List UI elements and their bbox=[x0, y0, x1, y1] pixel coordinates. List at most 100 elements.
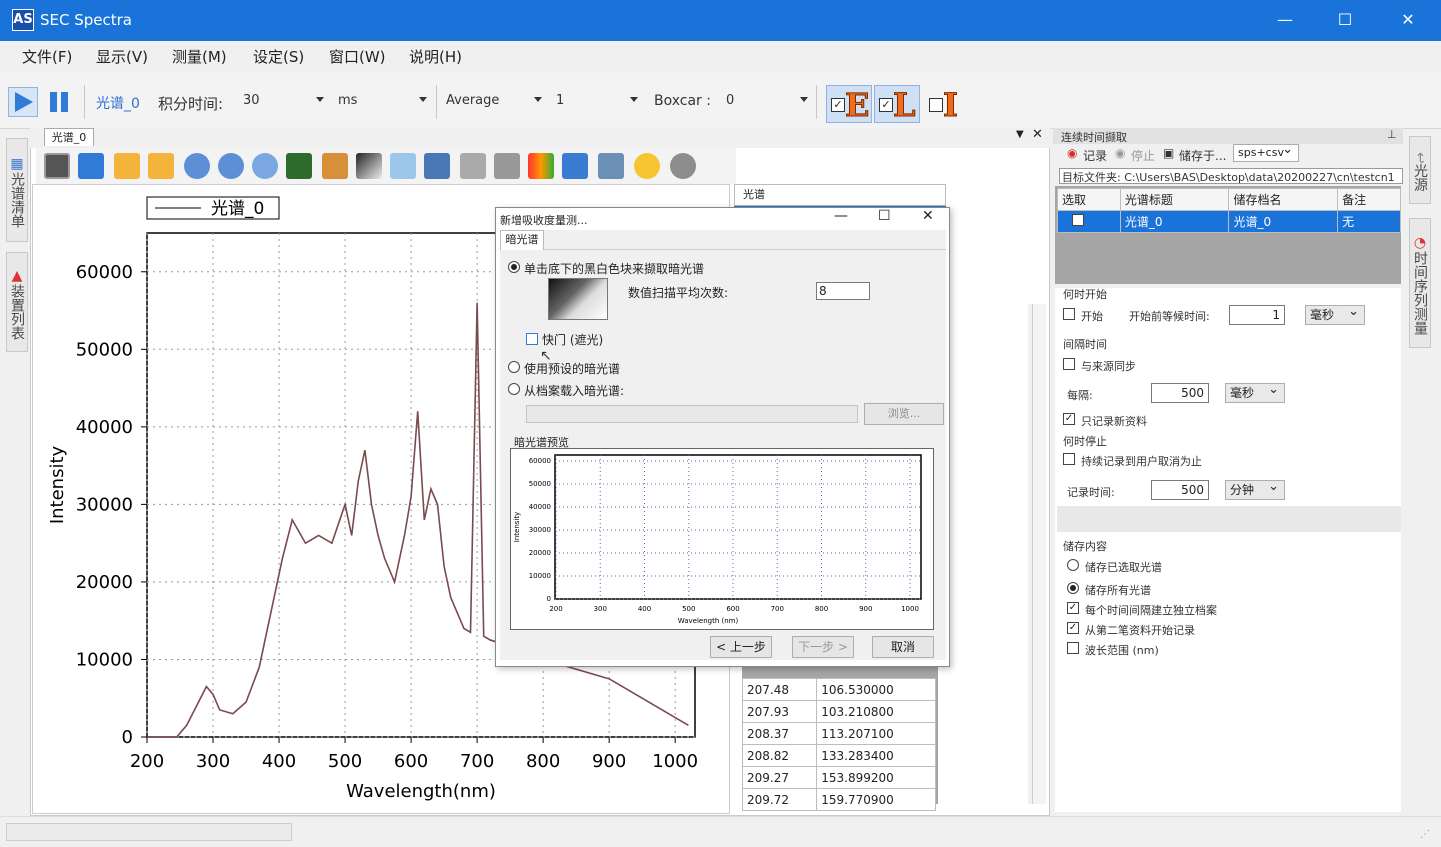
radio-file-dark[interactable] bbox=[508, 383, 520, 395]
copy-icon[interactable] bbox=[390, 153, 416, 179]
menu-help[interactable]: 说明(H) bbox=[399, 46, 472, 67]
shutter-checkbox[interactable] bbox=[526, 333, 538, 345]
dialog-close-button[interactable]: ✕ bbox=[922, 208, 934, 224]
record-time-unit-select[interactable]: 分钟 bbox=[1225, 478, 1285, 500]
print-icon[interactable] bbox=[494, 153, 520, 179]
until-cancel-checkbox[interactable] bbox=[1063, 453, 1075, 465]
row-select-checkbox[interactable] bbox=[1057, 210, 1121, 233]
tab-spectrum-0[interactable]: 光谱_0 bbox=[44, 128, 94, 146]
zoom-in-icon[interactable] bbox=[184, 153, 210, 179]
from-second-checkbox[interactable]: ✓ bbox=[1067, 622, 1079, 634]
pan-icon[interactable] bbox=[322, 153, 348, 179]
minimize-button[interactable]: — bbox=[1263, 6, 1307, 34]
intensity-cell: 153.899200 bbox=[816, 766, 936, 789]
tab-time-series[interactable]: ◔时间序列测量 bbox=[1409, 218, 1431, 348]
stop-button[interactable]: 停止 bbox=[1131, 147, 1155, 164]
menu-settings[interactable]: 设定(S) bbox=[243, 46, 314, 67]
x-tick-label: 700 bbox=[460, 751, 494, 772]
spectrum-name-label[interactable]: 光谱_0 bbox=[96, 93, 140, 113]
tab-light-source[interactable]: ↩光源 bbox=[1409, 136, 1431, 204]
wavelength-range-checkbox[interactable] bbox=[1067, 642, 1079, 654]
target-folder-field[interactable]: 目标文件夹: C:\Users\BAS\Desktop\data\2020022… bbox=[1059, 168, 1403, 184]
panel-header: 连续时间撷取 ⊥ bbox=[1053, 128, 1403, 144]
table-row[interactable]: 207.93 103.210800 bbox=[741, 700, 936, 723]
table-view-icon[interactable] bbox=[44, 153, 70, 179]
only-new-checkbox[interactable]: ✓ bbox=[1063, 413, 1075, 425]
sync-checkbox[interactable] bbox=[1063, 358, 1075, 370]
print-preview-icon[interactable] bbox=[460, 153, 486, 179]
menu-measure[interactable]: 测量(M) bbox=[162, 46, 237, 67]
radio-capture-dark[interactable] bbox=[508, 261, 520, 273]
tips-bulb-icon[interactable] bbox=[634, 153, 660, 179]
menu-window[interactable]: 窗口(W) bbox=[319, 46, 396, 67]
record-button[interactable]: 记录 bbox=[1083, 147, 1107, 164]
electric-dark-toggle[interactable]: ✓ E bbox=[826, 85, 872, 125]
irradiance-toggle[interactable]: I bbox=[924, 85, 970, 125]
tab-list-chevron-icon[interactable]: ▼ bbox=[1016, 129, 1024, 140]
browse-button[interactable]: 浏览... bbox=[864, 403, 944, 425]
average-count-select[interactable]: 1 bbox=[556, 89, 636, 113]
maximize-button[interactable]: ☐ bbox=[1323, 6, 1367, 34]
every-input[interactable]: 500 bbox=[1151, 383, 1209, 403]
chevron-down-icon[interactable] bbox=[419, 97, 427, 102]
fit-vertical-icon[interactable] bbox=[114, 153, 140, 179]
next-step-button[interactable]: 下一步 > bbox=[792, 636, 854, 658]
zoom-out-icon[interactable] bbox=[218, 153, 244, 179]
vertical-scrollbar[interactable] bbox=[1032, 304, 1046, 804]
pin-icon[interactable]: ⊥ bbox=[1387, 128, 1397, 141]
table-row[interactable]: 208.37 113.207100 bbox=[741, 722, 936, 745]
close-button[interactable]: ✕ bbox=[1386, 6, 1430, 34]
every-unit-select[interactable]: 毫秒 bbox=[1225, 381, 1285, 403]
table-row[interactable]: 208.82 133.283400 bbox=[741, 744, 936, 767]
color-spectrum-icon[interactable] bbox=[528, 153, 554, 179]
radio-save-all[interactable] bbox=[1067, 582, 1079, 594]
wait-unit-select[interactable]: 毫秒 bbox=[1305, 303, 1365, 325]
chevron-down-icon[interactable] bbox=[534, 97, 542, 102]
chevron-down-icon[interactable] bbox=[630, 97, 638, 102]
linearity-toggle[interactable]: ✓ L bbox=[874, 85, 920, 125]
globe-icon[interactable] bbox=[670, 153, 696, 179]
measure-tool-icon[interactable] bbox=[598, 153, 624, 179]
radio-save-selected[interactable] bbox=[1067, 559, 1079, 571]
cancel-button[interactable]: 取消 bbox=[872, 636, 934, 658]
fit-horizontal-icon[interactable] bbox=[148, 153, 174, 179]
record-time-input[interactable]: 500 bbox=[1151, 480, 1209, 500]
close-doc-icon[interactable]: ✕ bbox=[1032, 127, 1043, 142]
tab-device-list[interactable]: ▲装置列表 bbox=[6, 252, 28, 352]
dialog-maximize-button[interactable]: ☐ bbox=[878, 208, 891, 224]
save-icon[interactable] bbox=[424, 153, 450, 179]
table-row[interactable]: 209.72 159.770900 bbox=[741, 788, 936, 811]
boxcar-input[interactable]: 0 bbox=[726, 89, 806, 113]
grid-toggle-icon[interactable] bbox=[286, 153, 312, 179]
dark-capture-swatch[interactable] bbox=[548, 278, 608, 320]
tab-dark-spectrum[interactable]: 暗光谱 bbox=[500, 230, 544, 250]
dialog-minimize-button[interactable]: — bbox=[834, 208, 848, 224]
format-select[interactable]: sps+csv bbox=[1233, 142, 1299, 162]
prev-step-button[interactable]: < 上一步 bbox=[710, 636, 772, 658]
table-row[interactable]: 209.27 153.899200 bbox=[741, 766, 936, 789]
zoom-box-icon[interactable] bbox=[252, 153, 278, 179]
peak-search-icon[interactable] bbox=[562, 153, 588, 179]
save-to-button[interactable]: 储存于... bbox=[1179, 147, 1226, 164]
mode-select[interactable]: Average bbox=[446, 89, 546, 113]
capture-table: 选取 光谱标题 储存档名 备注 光谱_0 光谱_0 无 bbox=[1057, 188, 1401, 233]
dark-file-path-input[interactable] bbox=[526, 405, 858, 423]
scan-avg-input[interactable]: 8 bbox=[816, 282, 870, 300]
wait-input[interactable]: 1 bbox=[1229, 305, 1285, 325]
table-row[interactable]: 207.48 106.530000 bbox=[741, 678, 936, 701]
radio-default-dark[interactable] bbox=[508, 361, 520, 373]
menu-view[interactable]: 显示(V) bbox=[86, 46, 158, 67]
fit-all-icon[interactable] bbox=[78, 153, 104, 179]
integration-unit-select[interactable]: ms bbox=[338, 89, 430, 113]
chevron-down-icon[interactable] bbox=[316, 97, 324, 102]
resize-grip-icon[interactable]: ⋰ bbox=[1420, 829, 1430, 840]
menu-file[interactable]: 文件(F) bbox=[12, 46, 82, 67]
per-interval-checkbox[interactable]: ✓ bbox=[1067, 602, 1079, 614]
chevron-down-icon[interactable] bbox=[800, 97, 808, 102]
start-checkbox[interactable] bbox=[1063, 308, 1075, 320]
pause-button[interactable] bbox=[46, 87, 74, 117]
table-row[interactable]: 光谱_0 光谱_0 无 bbox=[1057, 210, 1401, 233]
tab-spectrum-list[interactable]: ▦光谱清单 bbox=[6, 138, 28, 242]
dark-spectrum-icon[interactable] bbox=[356, 153, 382, 179]
play-button[interactable] bbox=[8, 87, 38, 117]
